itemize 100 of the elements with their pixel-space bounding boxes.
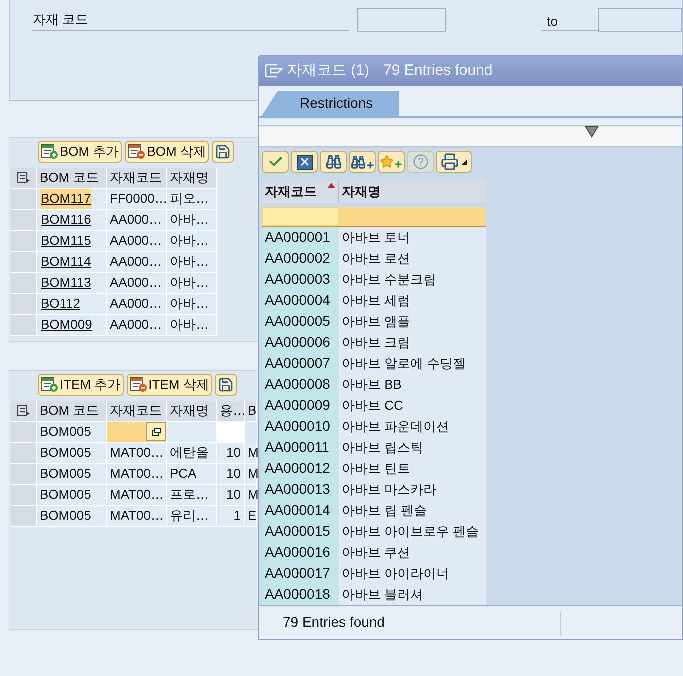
input-field[interactable]: [357, 8, 446, 32]
table-cell[interactable]: AA000015: [262, 521, 339, 542]
table-cell[interactable]: 아바브 앰플: [339, 311, 486, 332]
delete-button[interactable]: BOM 삭제: [125, 141, 210, 163]
table-cell: [167, 422, 217, 443]
filter-field[interactable]: [262, 207, 339, 226]
layout-icon: [16, 172, 30, 184]
row-selector[interactable]: [11, 422, 37, 443]
table-cell[interactable]: 아바브 쿠션: [339, 542, 486, 563]
toolbar-button[interactable]: [349, 151, 376, 173]
table-cell[interactable]: 아바브 BB: [339, 374, 486, 395]
table-cell[interactable]: AA000018: [262, 584, 339, 605]
column-header[interactable]: 자재코드: [107, 401, 167, 422]
column-header[interactable]: 자재코드: [262, 181, 339, 203]
tab[interactable]: Restrictions: [262, 91, 399, 116]
table-cell[interactable]: AA000011: [262, 437, 339, 458]
value-help-button[interactable]: [146, 422, 166, 441]
table-cell: M: [245, 443, 257, 464]
table-cell: BOM005: [37, 506, 107, 527]
table-cell[interactable]: 아바브 로션: [339, 248, 486, 269]
table-cell[interactable]: AA000002: [262, 248, 339, 269]
column-header[interactable]: 용…: [217, 401, 245, 422]
delete-button[interactable]: ITEM 삭제: [126, 374, 212, 396]
column-header[interactable]: 자재명: [339, 181, 486, 203]
add-button[interactable]: ITEM 추가: [38, 374, 124, 396]
table-cell[interactable]: AA000007: [262, 353, 339, 374]
table-cell[interactable]: 아바브 크림: [339, 332, 486, 353]
table-cell[interactable]: AA000010: [262, 416, 339, 437]
table-cell[interactable]: 아바브 세럼: [339, 290, 486, 311]
column-header[interactable]: BOM 코드: [37, 401, 107, 422]
table-cell[interactable]: AA000005: [262, 311, 339, 332]
table-cell[interactable]: 아바브 아이브로우 펜슬: [339, 521, 486, 542]
table-cell[interactable]: 아바브 알로에 수딩젤: [339, 353, 486, 374]
binoculars-plus-icon: [350, 154, 374, 170]
table-cell[interactable]: AA000014: [262, 500, 339, 521]
caret-icon: [462, 160, 467, 164]
table-cell: AA000…: [107, 231, 167, 252]
row-selector[interactable]: [11, 231, 37, 252]
table-cell: BOM005: [37, 443, 107, 464]
print-button[interactable]: [436, 151, 472, 173]
dialog-title: 자재코드 (1): [287, 60, 370, 81]
table-cell[interactable]: 아바브 수분크림: [339, 269, 486, 290]
table-cell[interactable]: 아바브 블러셔: [339, 584, 486, 605]
table-cell[interactable]: 아바브 아이라이너: [339, 563, 486, 584]
table-cell[interactable]: AA000006: [262, 332, 339, 353]
row-selector[interactable]: [11, 506, 37, 527]
table-cell[interactable]: AA000017: [262, 563, 339, 584]
table-cell[interactable]: 아바브 틴트: [339, 458, 486, 479]
column-header[interactable]: B: [245, 401, 257, 422]
table-cell[interactable]: 아바브 립스틱: [339, 437, 486, 458]
table-cell: 피오…: [167, 189, 217, 210]
table-cell[interactable]: AA000016: [262, 542, 339, 563]
table-cell: MAT00…: [107, 443, 167, 464]
table-cell[interactable]: AA000003: [262, 269, 339, 290]
table-cell[interactable]: 아바브 CC: [339, 395, 486, 416]
table-cell: 아바…: [167, 294, 217, 315]
save-icon: [215, 144, 232, 160]
table-cell[interactable]: AA000004: [262, 290, 339, 311]
list-remove-icon: [128, 144, 146, 160]
row-selector[interactable]: [11, 485, 37, 506]
row-selector[interactable]: [11, 210, 37, 231]
row-selector[interactable]: [11, 443, 37, 464]
table-cell: MAT00…: [107, 506, 167, 527]
table-cell: BOM005: [37, 422, 107, 443]
column-header[interactable]: 자재명: [167, 168, 217, 189]
add-button[interactable]: BOM 추가: [38, 141, 122, 163]
table-cell: 10: [217, 443, 245, 464]
row-selector[interactable]: [11, 315, 37, 336]
table-cell[interactable]: AA000013: [262, 479, 339, 500]
table-cell[interactable]: AA000012: [262, 458, 339, 479]
row-selector[interactable]: [11, 189, 37, 210]
table-cell[interactable]: 아바브 립 펜슬: [339, 500, 486, 521]
dropdown-triangle-icon[interactable]: [585, 126, 599, 138]
column-header[interactable]: 자재명: [167, 401, 217, 422]
table-cell: MAT00…: [107, 485, 167, 506]
bom-code-link[interactable]: BOM117: [40, 189, 92, 209]
row-selector[interactable]: [11, 252, 37, 273]
table-cell: 아바…: [167, 231, 217, 252]
table-cell[interactable]: 아바브 토너: [339, 227, 486, 248]
table-cell[interactable]: AA000001: [262, 227, 339, 248]
toolbar-button[interactable]: [320, 151, 347, 173]
column-header[interactable]: 자재코드: [107, 168, 167, 189]
column-header[interactable]: BOM 코드: [37, 168, 107, 189]
table-cell[interactable]: AA000009: [262, 395, 339, 416]
save-button[interactable]: [212, 141, 234, 163]
table-cell[interactable]: 아바브 파운데이션: [339, 416, 486, 437]
row-selector[interactable]: [11, 464, 37, 485]
input-field[interactable]: [598, 8, 682, 32]
table-cell[interactable]: AA000008: [262, 374, 339, 395]
row-selector[interactable]: [11, 294, 37, 315]
save-button[interactable]: [215, 374, 238, 396]
table-cell[interactable]: 아바브 마스카라: [339, 479, 486, 500]
table-cell: 유리…: [167, 506, 217, 527]
table-cell: E: [245, 506, 257, 527]
row-selector[interactable]: [11, 273, 37, 294]
toolbar-button[interactable]: [291, 151, 318, 173]
filter-field[interactable]: [339, 207, 486, 226]
close-icon: [296, 154, 312, 170]
table-cell: BOM005: [37, 464, 107, 485]
printer-icon: [441, 153, 459, 171]
